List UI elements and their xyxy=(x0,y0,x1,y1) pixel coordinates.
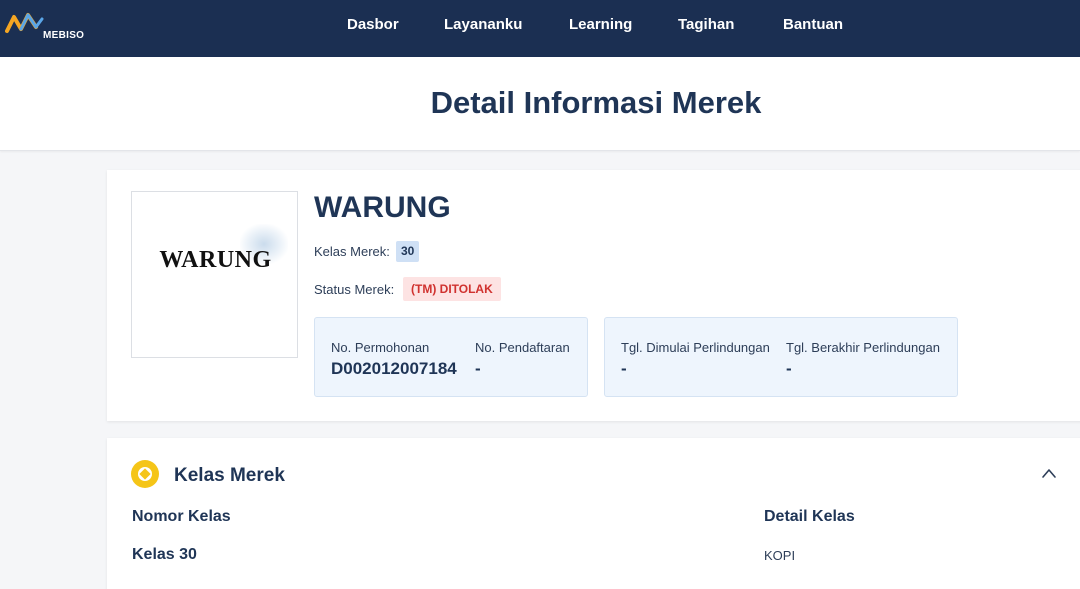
no-pendaftaran-label: No. Pendaftaran xyxy=(475,340,570,355)
tgl-mulai-label: Tgl. Dimulai Perlindungan xyxy=(621,340,770,355)
tgl-akhir-label: Tgl. Berakhir Perlindungan xyxy=(786,340,940,355)
chevron-up-icon[interactable] xyxy=(1041,466,1057,480)
no-permohonan-value: D002012007184 xyxy=(331,359,457,378)
kelas-merek-badge: 30 xyxy=(396,241,420,262)
section-title: Kelas Merek xyxy=(174,465,285,486)
nav-learning[interactable]: Learning xyxy=(569,16,632,33)
tgl-akhir-value: - xyxy=(786,359,792,378)
logo-text: MEBISO xyxy=(43,30,85,41)
col-header-detail-kelas: Detail Kelas xyxy=(764,508,855,525)
no-pendaftaran-value: - xyxy=(475,359,481,378)
logo-mark-icon xyxy=(5,13,44,33)
application-info-box: No. Permohonan D002012007184 No. Pendaft… xyxy=(314,317,588,397)
brand-image: WARUNG xyxy=(131,191,298,358)
nav-tagihan[interactable]: Tagihan xyxy=(678,16,734,33)
page-title: Detail Informasi Merek xyxy=(430,85,762,120)
protection-info-box: Tgl. Dimulai Perlindungan - Tgl. Berakhi… xyxy=(604,317,958,397)
nav-dasbor[interactable]: Dasbor xyxy=(347,16,399,33)
tgl-mulai-value: - xyxy=(621,359,627,378)
nav-bantuan[interactable]: Bantuan xyxy=(783,16,843,33)
brand-name: WARUNG xyxy=(314,191,451,224)
no-permohonan-label: No. Permohonan xyxy=(331,340,430,355)
kelas-merek-label: Kelas Merek: xyxy=(314,244,390,259)
kelas-merek-section: Kelas Merek Nomor Kelas Detail Kelas Kel… xyxy=(107,438,1080,589)
status-merek-label: Status Merek: xyxy=(314,282,395,297)
top-navbar: MEBISO Dasbor Layananku Learning Tagihan… xyxy=(0,0,1080,57)
coin-icon xyxy=(131,460,159,488)
mebiso-logo[interactable]: MEBISO xyxy=(5,9,105,45)
nav-layananku[interactable]: Layananku xyxy=(444,16,522,33)
status-badge: (TM) DITOLAK xyxy=(403,277,501,301)
title-band: Detail Informasi Merek xyxy=(0,57,1080,151)
brand-detail-card: WARUNG WARUNG Kelas Merek: 30 Status Mer… xyxy=(107,170,1080,421)
col-header-nomor-kelas: Nomor Kelas xyxy=(132,508,231,525)
kelas-detail-cell: KOPI xyxy=(764,548,796,563)
brand-image-text: WARUNG xyxy=(159,247,272,273)
kelas-nomor-cell: Kelas 30 xyxy=(132,546,197,563)
